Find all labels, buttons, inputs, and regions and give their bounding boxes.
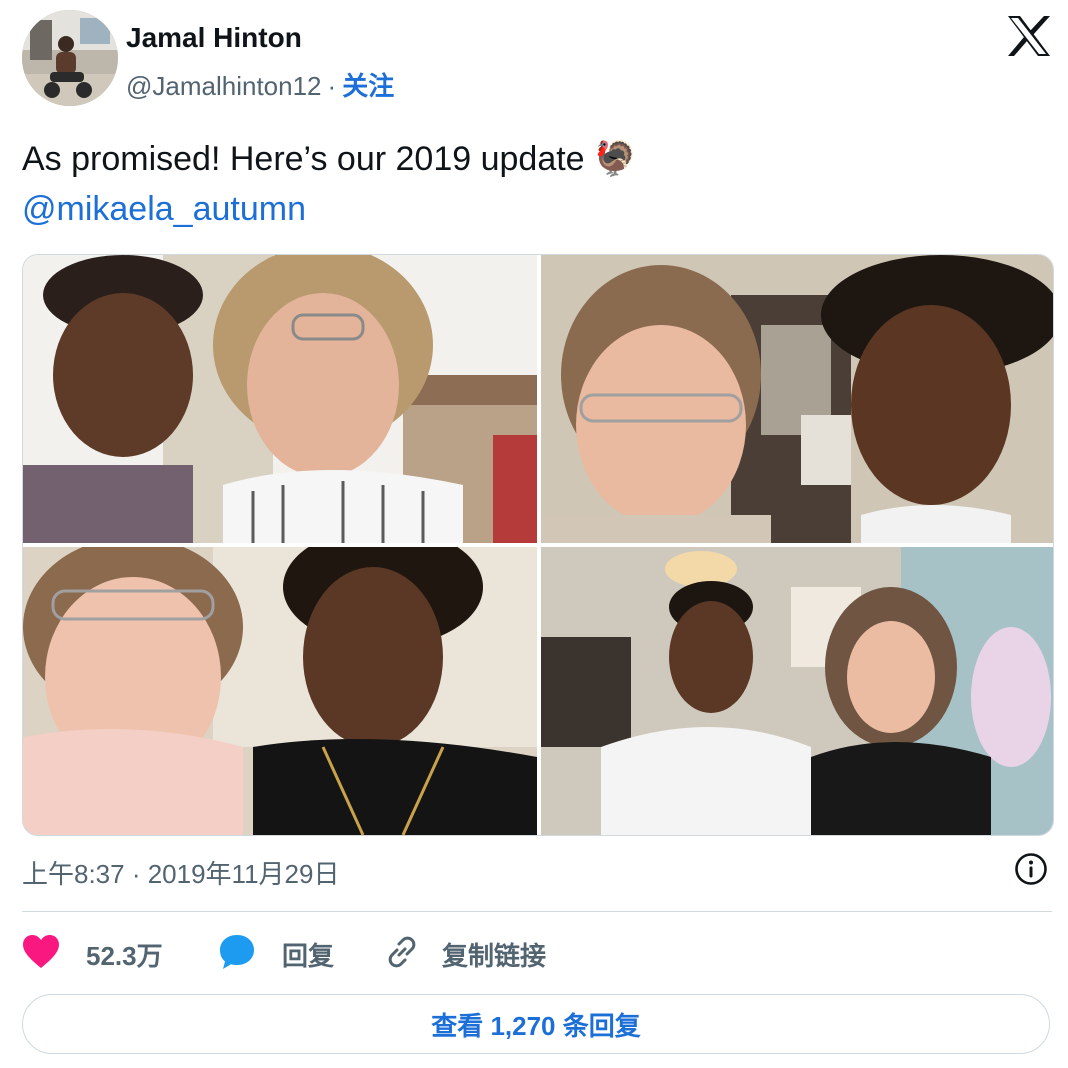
reply-button[interactable]: 回复 bbox=[218, 928, 334, 980]
action-bar: 52.3万 回复 复制链接 bbox=[22, 928, 1052, 980]
heart-icon bbox=[22, 934, 60, 975]
author-handle[interactable]: @Jamalhinton12 bbox=[126, 71, 322, 101]
tweet-text: As promised! Here’s our 2019 update 🦃 @m… bbox=[22, 134, 1042, 234]
x-logo-icon[interactable] bbox=[1006, 14, 1052, 58]
link-icon bbox=[384, 934, 420, 975]
turkey-emoji: 🦃 bbox=[594, 140, 637, 178]
like-button[interactable]: 52.3万 bbox=[22, 928, 163, 980]
photo-4[interactable] bbox=[541, 547, 1053, 835]
separator-dot: · bbox=[327, 71, 337, 101]
like-count: 52.3万 bbox=[86, 940, 163, 971]
divider bbox=[22, 911, 1052, 912]
mention-link[interactable]: @mikaela_autumn bbox=[22, 184, 306, 234]
follow-button[interactable]: 关注 bbox=[342, 71, 394, 101]
speech-bubble-icon bbox=[218, 933, 256, 976]
avatar[interactable] bbox=[22, 10, 118, 106]
tweet-header: Jamal Hinton @Jamalhinton12 · 关注 bbox=[22, 10, 1052, 110]
media-grid bbox=[22, 254, 1054, 836]
info-icon[interactable] bbox=[1014, 852, 1048, 886]
reply-label: 回复 bbox=[282, 940, 335, 971]
photo-3[interactable] bbox=[23, 547, 537, 835]
photo-2[interactable] bbox=[541, 255, 1053, 543]
copy-link-button[interactable]: 复制链接 bbox=[384, 928, 546, 980]
author-name[interactable]: Jamal Hinton bbox=[126, 22, 302, 54]
photo-1[interactable] bbox=[23, 255, 537, 543]
author-handle-row: @Jamalhinton12 · 关注 bbox=[126, 66, 394, 103]
copy-link-label: 复制链接 bbox=[442, 940, 547, 971]
tweet-body: As promised! Here’s our 2019 update bbox=[22, 140, 585, 178]
view-replies-button[interactable]: 查看 1,270 条回复 bbox=[22, 994, 1050, 1054]
tweet-timestamp[interactable]: 上午8:37 · 2019年11月29日 bbox=[22, 854, 339, 891]
